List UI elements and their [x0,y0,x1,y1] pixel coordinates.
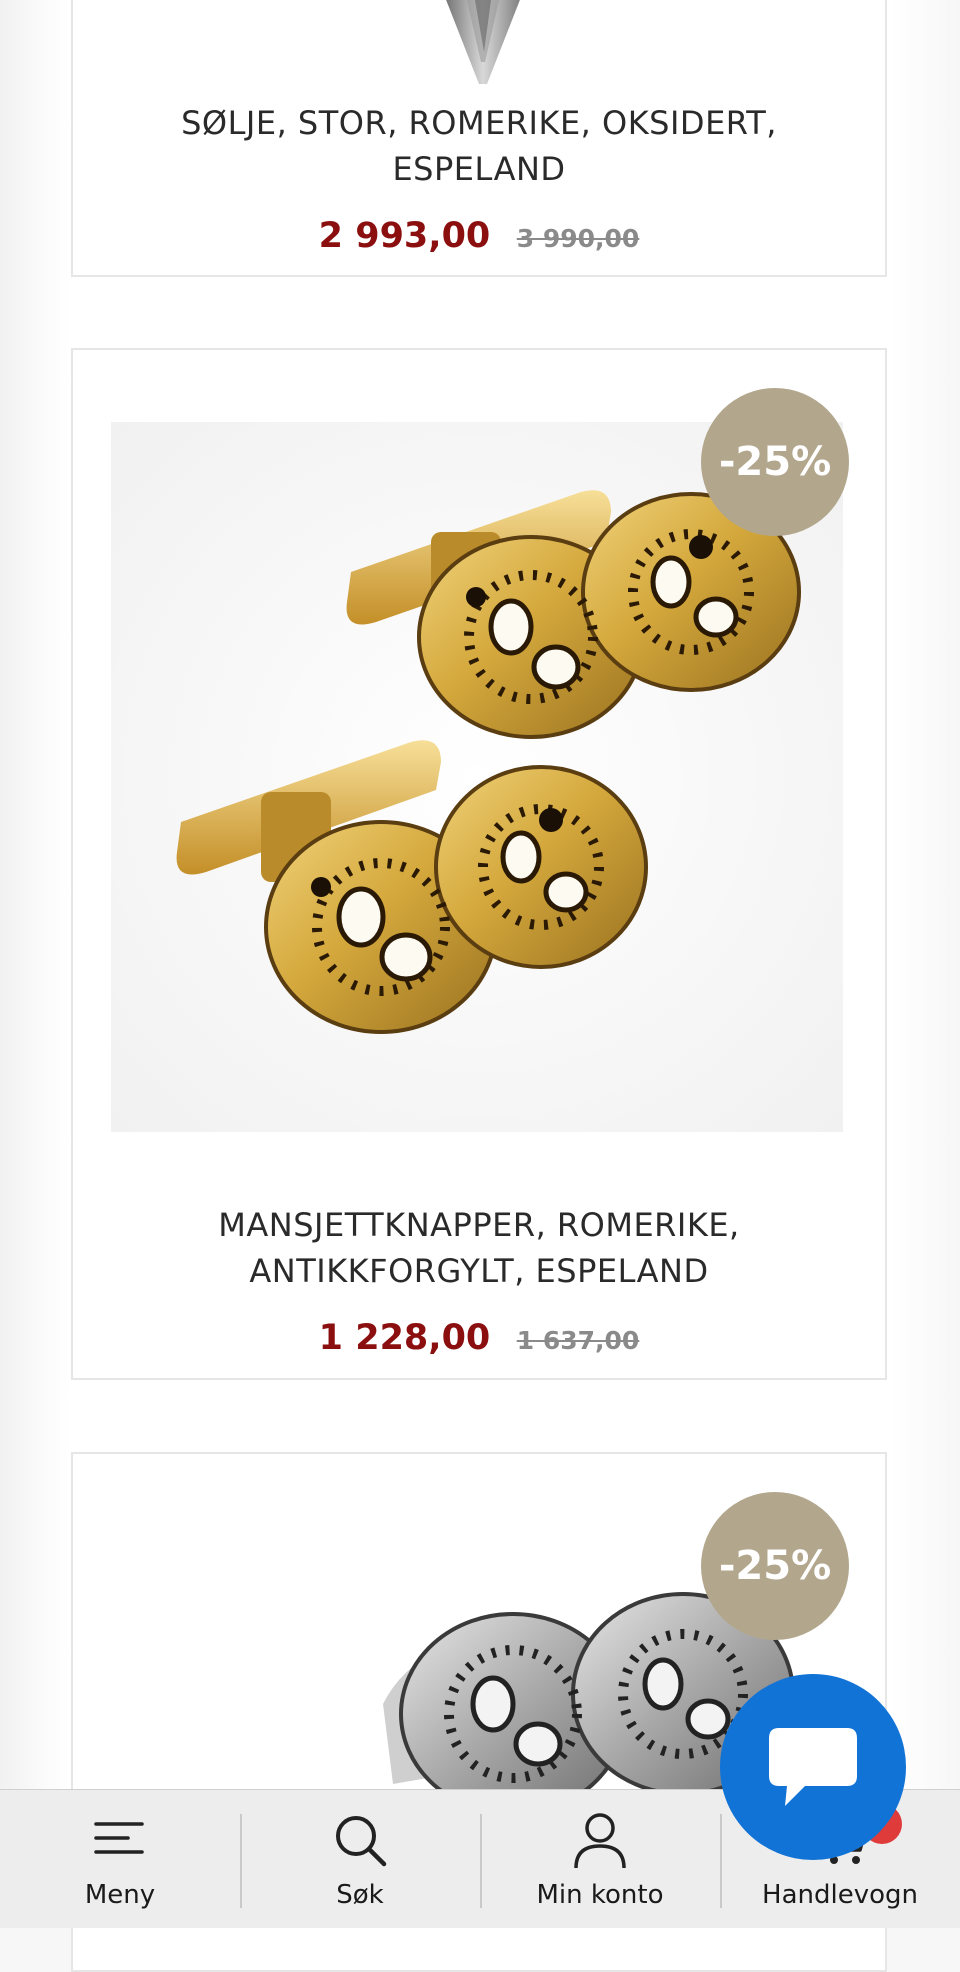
sale-price: 1 228,00 [318,1318,491,1358]
chat-button[interactable] [720,1674,906,1860]
nav-label-account: Min konto [536,1880,664,1910]
nav-label-cart: Handlevogn [762,1880,918,1910]
discount-badge: -25% [701,1492,849,1640]
price-row: 2 993,00 3 990,00 [73,216,885,256]
nav-item-menu[interactable]: Meny [0,1790,240,1928]
original-price: 1 637,00 [516,1326,640,1355]
search-icon [336,1816,387,1867]
discount-badge: -25% [701,388,849,536]
product-card[interactable]: -25% [71,348,887,1380]
user-icon [574,1813,626,1869]
product-card[interactable]: SØLJE, STOR, ROMERIKE, OKSIDERT, ESPELAN… [71,0,887,277]
nav-item-search[interactable]: Søk [240,1790,480,1928]
price-row: 1 228,00 1 637,00 [73,1318,885,1358]
original-price: 3 990,00 [516,224,640,253]
nav-label-menu: Meny [84,1880,156,1910]
nav-label-search: Søk [336,1880,384,1910]
product-title[interactable]: SØLJE, STOR, ROMERIKE, OKSIDERT, ESPELAN… [133,100,825,192]
sale-price: 2 993,00 [318,216,491,256]
chat-icon [769,1728,857,1806]
menu-icon [94,1822,144,1854]
product-title[interactable]: MANSJETTKNAPPER, ROMERIKE, ANTIKKFORGYLT… [133,1202,825,1294]
nav-item-account[interactable]: Min konto [480,1790,720,1928]
product-image-cufflinks[interactable] [111,422,843,1132]
product-image-brooch[interactable] [413,0,553,87]
